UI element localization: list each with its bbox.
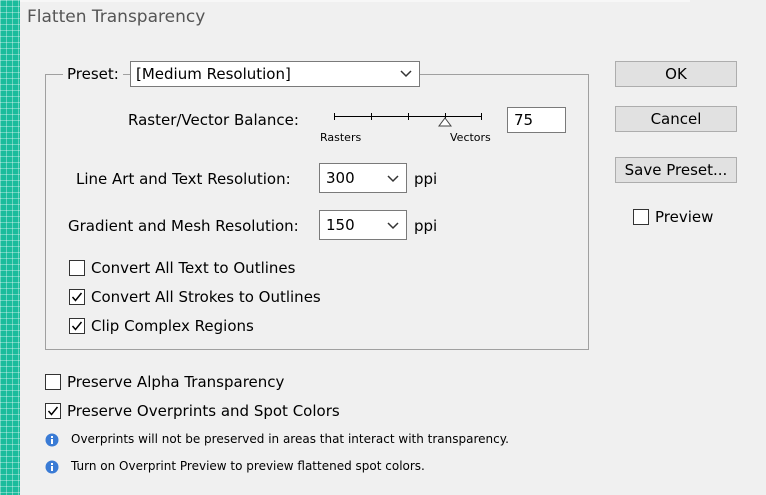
- info-text-overprints: Overprints will not be preserved in area…: [71, 432, 509, 446]
- convert-text-checkbox[interactable]: [69, 260, 85, 276]
- rasters-label: Rasters: [320, 131, 362, 144]
- chevron-down-icon: [400, 70, 412, 78]
- preset-value: [Medium Resolution]: [136, 65, 291, 83]
- save-preset-button[interactable]: Save Preset...: [615, 157, 737, 183]
- slider-tick: [371, 113, 372, 120]
- ok-button[interactable]: OK: [615, 61, 737, 87]
- checkmark-icon: [47, 406, 59, 416]
- balance-value-field[interactable]: 75: [507, 107, 566, 133]
- slider-tick: [481, 113, 482, 120]
- preserve-overprints-label[interactable]: Preserve Overprints and Spot Colors: [67, 402, 340, 420]
- preserve-alpha-checkbox[interactable]: [45, 374, 61, 390]
- info-icon: [45, 433, 59, 447]
- line-art-resolution-label: Line Art and Text Resolution:: [76, 170, 291, 188]
- convert-strokes-label[interactable]: Convert All Strokes to Outlines: [91, 288, 321, 306]
- dialog-title: Flatten Transparency: [27, 7, 206, 27]
- convert-text-label[interactable]: Convert All Text to Outlines: [91, 259, 295, 277]
- preview-checkbox[interactable]: [633, 209, 649, 225]
- chevron-down-icon: [387, 175, 399, 183]
- checkmark-icon: [71, 321, 83, 331]
- gradient-resolution-combo[interactable]: 150: [319, 210, 407, 240]
- cancel-button[interactable]: Cancel: [615, 106, 737, 132]
- title-bar-edge: [20, 0, 690, 2]
- preset-dropdown[interactable]: [Medium Resolution]: [130, 61, 420, 87]
- background-window-edge: [0, 0, 20, 495]
- gradient-resolution-value: 150: [326, 216, 355, 234]
- slider-tick: [334, 113, 335, 120]
- convert-strokes-checkbox[interactable]: [69, 289, 85, 305]
- line-art-resolution-combo[interactable]: 300: [319, 163, 407, 193]
- gradient-resolution-label: Gradient and Mesh Resolution:: [68, 217, 299, 235]
- line-art-resolution-value: 300: [326, 169, 355, 187]
- gradient-unit: ppi: [414, 217, 438, 235]
- preserve-overprints-checkbox[interactable]: [45, 403, 61, 419]
- info-text-overprint-preview: Turn on Overprint Preview to preview fla…: [71, 459, 425, 473]
- vectors-label: Vectors: [450, 131, 491, 144]
- preview-label[interactable]: Preview: [655, 208, 713, 226]
- slider-tick: [408, 113, 409, 120]
- balance-slider-thumb[interactable]: [438, 117, 452, 127]
- raster-vector-balance-label: Raster/Vector Balance:: [128, 111, 299, 129]
- checkmark-icon: [71, 292, 83, 302]
- clip-regions-label[interactable]: Clip Complex Regions: [91, 317, 254, 335]
- chevron-down-icon: [387, 222, 399, 230]
- preset-label: Preset:: [63, 65, 123, 83]
- clip-regions-checkbox[interactable]: [69, 318, 85, 334]
- info-icon: [45, 460, 59, 474]
- preserve-alpha-label[interactable]: Preserve Alpha Transparency: [67, 373, 284, 391]
- line-art-unit: ppi: [414, 170, 438, 188]
